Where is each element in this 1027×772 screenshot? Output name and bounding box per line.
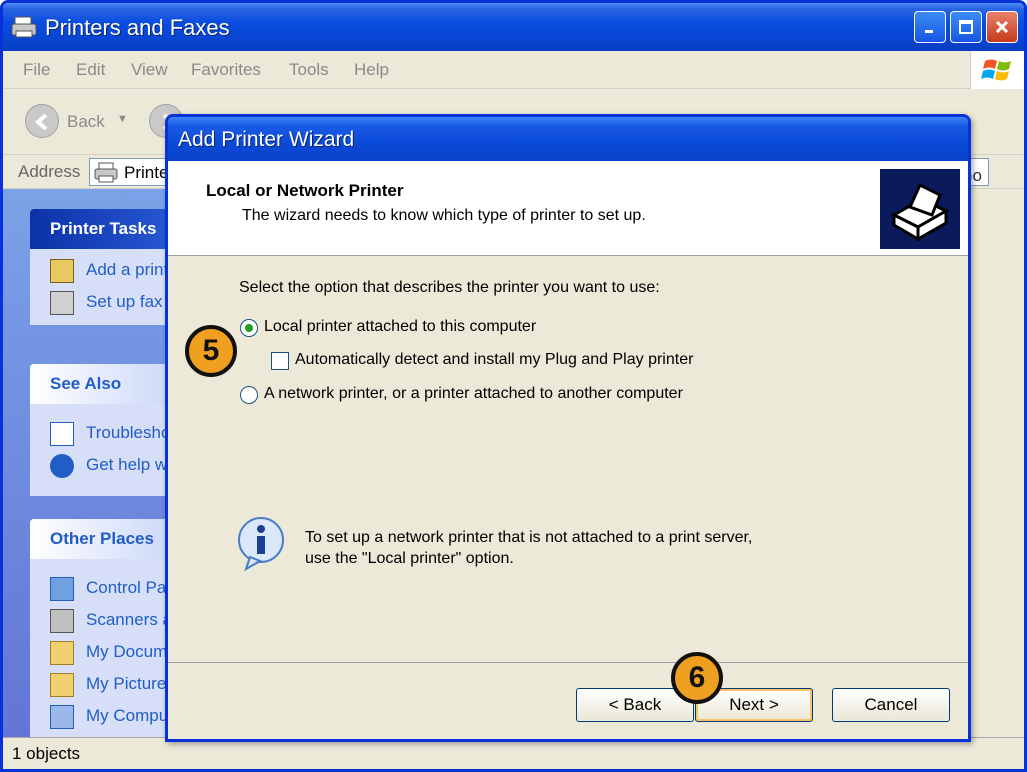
add-printer-icon: [50, 259, 74, 283]
back-dropdown-icon[interactable]: ▼: [117, 113, 128, 125]
network-printer-radio[interactable]: [240, 386, 258, 404]
address-label: Address: [18, 162, 81, 181]
cancel-button[interactable]: Cancel: [832, 688, 950, 722]
task-setup-fax-label: Set up fax: [86, 292, 163, 311]
info-message: To set up a network printer that is not …: [305, 527, 752, 569]
menu-favorites[interactable]: Favorites: [191, 60, 261, 80]
wizard-title: Add Printer Wizard: [178, 128, 355, 151]
link-my-computer-label: My Compu: [86, 706, 169, 725]
wizard-body: Select the option that describes the pri…: [168, 257, 968, 662]
window-titlebar[interactable]: Printers and Faxes: [3, 3, 1024, 51]
menu-bar: File Edit View Favorites Tools Help: [3, 51, 1024, 89]
wizard-step-title: Local or Network Printer: [206, 181, 404, 200]
window-controls: [914, 11, 1018, 43]
task-add-printer-label: Add a print: [86, 260, 169, 279]
wizard-footer: < Back Next > Cancel: [168, 662, 968, 739]
link-get-help-label: Get help w: [86, 455, 168, 474]
local-printer-radio[interactable]: [240, 319, 258, 337]
arrow-left-icon: [34, 113, 48, 131]
task-pane: Printer Tasks Add a print Set up fax See…: [3, 189, 190, 737]
local-printer-label[interactable]: Local printer attached to this computer: [264, 318, 536, 336]
link-control-panel-label: Control Pa: [86, 578, 167, 597]
minimize-button[interactable]: [914, 11, 946, 43]
maximize-icon: [959, 20, 973, 34]
info-icon: [238, 517, 284, 571]
fax-icon: [50, 291, 74, 315]
add-printer-wizard-dialog: Add Printer Wizard Local or Network Prin…: [165, 114, 971, 742]
menu-tools[interactable]: Tools: [289, 60, 329, 80]
link-scanners-label: Scanners a: [86, 610, 172, 629]
printer-wizard-icon: [880, 169, 960, 249]
autodetect-checkbox[interactable]: [271, 352, 289, 370]
printer-icon: [11, 16, 37, 38]
option-prompt: Select the option that describes the pri…: [239, 279, 660, 296]
printer-icon: [94, 162, 118, 183]
status-text: 1 objects: [12, 744, 81, 763]
menu-view[interactable]: View: [131, 60, 168, 80]
back-label: Back: [67, 112, 105, 131]
close-icon: [995, 20, 1009, 34]
help-page-icon: [50, 422, 74, 446]
info-line-2: use the "Local printer" option.: [305, 550, 514, 567]
window-title: Printers and Faxes: [45, 15, 230, 40]
address-value: Printe: [124, 163, 169, 182]
folder-icon: [50, 641, 74, 665]
link-my-documents-label: My Docume: [86, 642, 177, 661]
wizard-titlebar[interactable]: Add Printer Wizard: [168, 117, 968, 161]
windows-flag-icon: [981, 59, 1011, 81]
back-button[interactable]: [25, 104, 59, 138]
menu-file[interactable]: File: [23, 60, 50, 80]
control-panel-icon: [50, 577, 74, 601]
link-my-pictures-label: My Picture: [86, 674, 167, 693]
menu-help[interactable]: Help: [354, 60, 389, 80]
link-troubleshoot-label: Troublesho: [86, 423, 171, 442]
scanner-icon: [50, 609, 74, 633]
maximize-button[interactable]: [950, 11, 982, 43]
help-circle-icon: [50, 454, 74, 478]
network-printer-label[interactable]: A network printer, or a printer attached…: [264, 385, 683, 403]
autodetect-label[interactable]: Automatically detect and install my Plug…: [295, 351, 693, 369]
wizard-step-subtitle: The wizard needs to know which type of p…: [242, 207, 646, 224]
windows-logo: [970, 51, 1024, 89]
menu-edit[interactable]: Edit: [76, 60, 105, 80]
pictures-folder-icon: [50, 673, 74, 697]
close-button[interactable]: [986, 11, 1018, 43]
step-5-badge: 5: [185, 325, 237, 377]
computer-icon: [50, 705, 74, 729]
info-line-1: To set up a network printer that is not …: [305, 529, 753, 546]
step-6-badge: 6: [671, 652, 723, 704]
minimize-icon: [925, 30, 933, 33]
wizard-header: Local or Network Printer The wizard need…: [168, 161, 968, 256]
